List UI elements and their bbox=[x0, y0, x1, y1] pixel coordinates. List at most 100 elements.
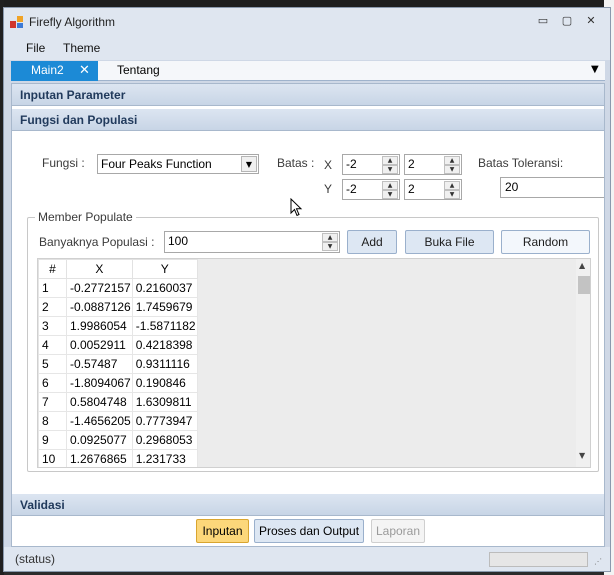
table-row[interactable]: 3 1.9986054 -1.5871182 bbox=[38, 316, 198, 336]
status-text: (status) bbox=[15, 552, 56, 566]
cell-x[interactable]: 1.2676865 bbox=[66, 449, 133, 467]
fungsi-select[interactable]: Four Peaks Function ▼ bbox=[97, 154, 259, 174]
batas-y-label: Y bbox=[324, 182, 333, 196]
window-title: Firefly Algorithm bbox=[29, 15, 116, 29]
stepper-up-icon[interactable]: ▲ bbox=[322, 233, 338, 242]
inputan-button[interactable]: Inputan bbox=[196, 519, 249, 543]
cell-y[interactable]: 0.9311116 bbox=[131, 354, 198, 374]
menu-theme[interactable]: Theme bbox=[63, 41, 100, 55]
cell-index: 8 bbox=[38, 411, 67, 431]
buka-file-button[interactable]: Buka File bbox=[405, 230, 494, 254]
table-row[interactable]: 6 -1.8094067 0.190846 bbox=[38, 373, 198, 393]
navigation-bar: Inputan Proses dan Output Laporan bbox=[12, 516, 604, 546]
table-row[interactable]: 5 -0.57487 0.9311116 bbox=[38, 354, 198, 374]
table-row[interactable]: 8 -1.4656205 0.7773947 bbox=[38, 411, 198, 431]
x-max-stepper[interactable]: 2 ▲ ▼ bbox=[404, 154, 462, 175]
cell-x[interactable]: -0.0887126 bbox=[66, 297, 133, 317]
stepper-up-icon[interactable]: ▲ bbox=[444, 181, 460, 190]
x-min-value: -2 bbox=[346, 157, 357, 171]
table-row[interactable]: 10 1.2676865 1.231733 bbox=[38, 449, 198, 467]
section-fungsi-populasi[interactable]: Fungsi dan Populasi bbox=[12, 109, 604, 131]
y-min-stepper[interactable]: -2 ▲ ▼ bbox=[342, 179, 400, 200]
cell-x[interactable]: -1.8094067 bbox=[66, 373, 133, 393]
title-bar[interactable]: Firefly Algorithm ▭ ▢ ✕ bbox=[4, 8, 610, 36]
cell-y[interactable]: 1.7459679 bbox=[131, 297, 198, 317]
tab-dropdown-icon[interactable]: ▼ bbox=[591, 64, 599, 75]
stepper-down-icon[interactable]: ▼ bbox=[382, 190, 398, 199]
batas-label: Batas : bbox=[277, 156, 315, 170]
tab-main2-label: Main2 bbox=[31, 63, 64, 77]
stepper-down-icon[interactable]: ▼ bbox=[444, 190, 460, 199]
cell-y[interactable]: 0.7773947 bbox=[131, 411, 198, 431]
cell-x[interactable]: 0.0925077 bbox=[66, 430, 133, 450]
app-icon bbox=[10, 16, 23, 28]
section-validasi[interactable]: Validasi bbox=[12, 494, 604, 516]
cell-x[interactable]: -0.57487 bbox=[66, 354, 133, 374]
cell-x[interactable]: 0.5804748 bbox=[66, 392, 133, 412]
tab-main2[interactable]: Main2 ✕ bbox=[11, 61, 98, 81]
populasi-stepper[interactable]: 100 ▲ ▼ bbox=[164, 231, 340, 253]
stepper-down-icon[interactable]: ▼ bbox=[322, 242, 338, 251]
cell-y[interactable]: 0.2160037 bbox=[131, 278, 198, 298]
cell-x[interactable]: 1.9986054 bbox=[66, 316, 133, 336]
cell-index: 4 bbox=[38, 335, 67, 355]
progress-bar bbox=[489, 552, 588, 567]
add-button[interactable]: Add bbox=[347, 230, 397, 254]
laporan-button[interactable]: Laporan bbox=[371, 519, 425, 543]
app-window: Firefly Algorithm ▭ ▢ ✕ File Theme Main2… bbox=[3, 7, 611, 572]
cell-x[interactable]: -1.4656205 bbox=[66, 411, 133, 431]
y-min-value: -2 bbox=[346, 182, 357, 196]
stepper-up-icon[interactable]: ▲ bbox=[444, 156, 460, 165]
stepper-up-icon[interactable]: ▲ bbox=[382, 181, 398, 190]
scroll-up-icon[interactable]: ▲ bbox=[579, 261, 585, 270]
stepper-down-icon[interactable]: ▼ bbox=[444, 165, 460, 174]
cell-y[interactable]: 0.4218398 bbox=[131, 335, 198, 355]
member-populate-title: Member Populate bbox=[35, 210, 136, 224]
restore-button[interactable]: ▢ bbox=[558, 14, 576, 28]
table-row[interactable]: 2 -0.0887126 1.7459679 bbox=[38, 297, 198, 317]
scroll-down-icon[interactable]: ▼ bbox=[579, 451, 585, 460]
vertical-scrollbar[interactable]: ▲ ▼ bbox=[576, 259, 590, 467]
stepper-up-icon[interactable]: ▲ bbox=[382, 156, 398, 165]
cell-y[interactable]: 0.2968053 bbox=[131, 430, 198, 450]
cell-y[interactable]: 1.6309811 bbox=[131, 392, 198, 412]
table-row[interactable]: 4 0.0052911 0.4218398 bbox=[38, 335, 198, 355]
proses-output-button[interactable]: Proses dan Output bbox=[254, 519, 364, 543]
tab-close-icon[interactable]: ✕ bbox=[79, 62, 90, 78]
toleransi-input[interactable]: 20 bbox=[500, 177, 604, 198]
cell-x[interactable]: -0.2772157 bbox=[66, 278, 133, 298]
random-button[interactable]: Random bbox=[501, 230, 590, 254]
table-row[interactable]: 1 -0.2772157 0.2160037 bbox=[38, 278, 198, 298]
cell-x[interactable]: 0.0052911 bbox=[66, 335, 133, 355]
fungsi-label: Fungsi : bbox=[42, 156, 85, 170]
status-bar: (status) ⋰ bbox=[4, 547, 610, 571]
batas-x-label: X bbox=[324, 158, 333, 172]
cell-y[interactable]: 1.231733 bbox=[131, 449, 198, 467]
scroll-thumb[interactable] bbox=[578, 276, 590, 294]
close-button[interactable]: ✕ bbox=[582, 14, 600, 28]
y-max-stepper[interactable]: 2 ▲ ▼ bbox=[404, 179, 462, 200]
cell-y[interactable]: -1.5871182 bbox=[131, 316, 198, 336]
member-populate-group: Member Populate Banyaknya Populasi : 100… bbox=[27, 210, 599, 472]
column-header-index[interactable]: # bbox=[38, 259, 67, 279]
cell-index: 5 bbox=[38, 354, 67, 374]
tab-strip: Main2 ✕ Tentang ▼ bbox=[11, 61, 605, 81]
x-min-stepper[interactable]: -2 ▲ ▼ bbox=[342, 154, 400, 175]
column-header-y[interactable]: Y bbox=[131, 259, 198, 279]
table-header-row: # X Y bbox=[38, 259, 198, 279]
populasi-label: Banyaknya Populasi : bbox=[39, 235, 155, 249]
resize-grip-icon[interactable]: ⋰ bbox=[594, 557, 602, 566]
column-header-x[interactable]: X bbox=[66, 259, 133, 279]
table-row[interactable]: 9 0.0925077 0.2968053 bbox=[38, 430, 198, 450]
fungsi-select-value: Four Peaks Function bbox=[101, 157, 212, 171]
section-inputan-parameter[interactable]: Inputan Parameter bbox=[12, 84, 604, 106]
menu-file[interactable]: File bbox=[26, 41, 45, 55]
stepper-down-icon[interactable]: ▼ bbox=[382, 165, 398, 174]
population-grid[interactable]: # X Y 1 -0.2772157 0.2160037 2 -0.0887126 1.… bbox=[37, 258, 591, 468]
menu-bar: File Theme bbox=[4, 36, 610, 60]
chevron-down-icon[interactable]: ▼ bbox=[241, 156, 257, 172]
minimize-button[interactable]: ▭ bbox=[534, 14, 552, 28]
cell-y[interactable]: 0.190846 bbox=[131, 373, 198, 393]
table-row[interactable]: 7 0.5804748 1.6309811 bbox=[38, 392, 198, 412]
tab-tentang[interactable]: Tentang bbox=[117, 63, 160, 77]
